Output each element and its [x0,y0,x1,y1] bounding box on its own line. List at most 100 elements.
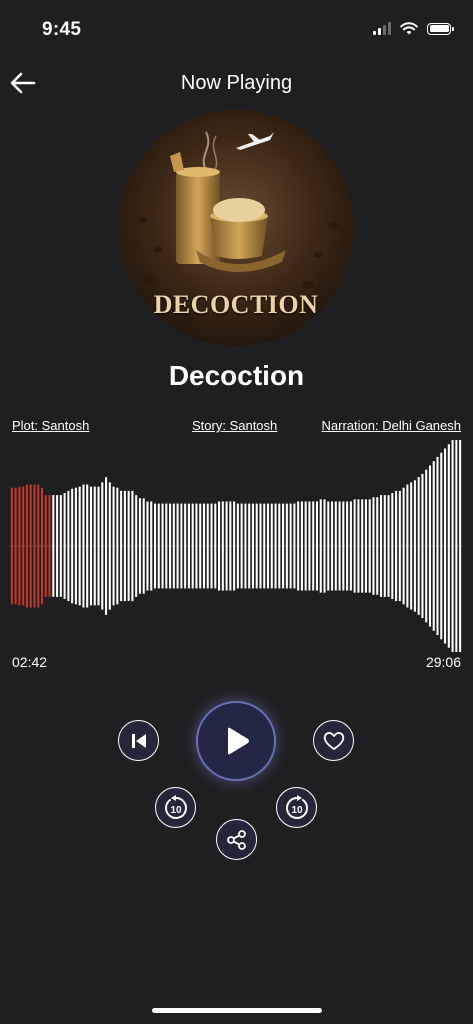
waveform-bar [146,501,149,591]
waveform-bar [112,486,115,606]
header: Now Playing [0,62,473,106]
rewind-seconds-label: 10 [170,805,182,816]
waveform-bar [455,440,458,652]
waveform-bar [199,503,202,589]
waveform-bar [93,486,96,606]
credit-story-link[interactable]: Story: Santosh [192,418,277,433]
waveform-bar [432,461,435,631]
waveform-bar [270,503,273,589]
waveform-bar [289,503,292,589]
waveform-bar-played [10,487,13,605]
waveform-bar [410,482,413,610]
waveform-bar [225,501,228,591]
waveform-bar [97,486,100,606]
waveform-bar [172,503,175,589]
track-title: Decoction [168,360,305,391]
play-icon [228,727,249,755]
waveform-bar [451,440,454,652]
forward-10-icon: 10 [285,794,308,819]
rewind-10-button[interactable]: 10 [155,787,196,828]
waveform-bar [278,503,281,589]
waveform-bar [327,501,330,591]
waveform-bar [135,495,138,597]
waveform-bar [63,493,66,599]
cover-title-text: DECOCTION [153,290,319,319]
waveform-bar [67,490,70,602]
waveform-bar [127,490,130,602]
waveform-bar-played [44,495,47,597]
heart-icon [323,731,344,750]
waveform-bar [138,498,141,594]
waveform-bar [395,490,398,602]
waveform-bar [304,501,307,591]
status-time: 9:45 [42,19,82,40]
favorite-button[interactable] [313,720,354,761]
waveform-bar [421,473,424,619]
previous-button[interactable] [118,720,159,761]
waveform-bar [142,498,145,594]
waveform-bar [244,503,247,589]
waveform-bar [157,503,160,589]
waveform-bar [334,501,337,591]
credit-plot-link[interactable]: Plot: Santosh [12,418,89,433]
waveform-bar [398,490,401,602]
elapsed-time: 02:42 [12,654,48,670]
waveform-bar [89,486,93,606]
waveform-bar [202,503,206,589]
waveform-bar [236,503,239,589]
forward-seconds-label: 10 [291,805,303,816]
waveform-bar [52,495,55,597]
waveform-bar [78,486,81,606]
waveform-bar [184,503,187,589]
waveform-bar [210,503,213,589]
waveform-bar [361,499,364,593]
waveform-bar [357,499,360,593]
total-duration: 29:06 [425,654,461,670]
waveform-seekbar[interactable] [10,440,462,652]
waveform-bar [297,501,300,591]
play-button[interactable] [196,701,276,781]
waveform-bar [153,503,157,589]
waveform-bar [218,501,221,591]
waveform-bar [123,490,126,602]
waveform-bar [195,503,198,589]
waveform-bar [165,503,168,589]
waveform-bar [285,503,288,589]
waveform-bar [221,501,224,591]
waveform-bar [300,501,303,591]
waveform-bar [383,495,386,597]
waveform-bar [131,490,134,602]
rewind-10-icon: 10 [164,794,187,819]
waveform-bar [319,499,322,593]
waveform-bar [56,495,59,597]
waveform-bar [59,495,62,597]
share-button[interactable] [216,819,257,860]
waveform-bar [440,452,443,640]
waveform-bar [169,503,172,589]
waveform-bar [206,503,209,589]
waveform-bar [161,503,164,589]
waveform-bar [387,495,390,597]
page-title: Now Playing [180,72,293,94]
waveform-bar [323,499,326,593]
waveform-bar [402,487,405,605]
home-indicator[interactable] [152,1008,322,1013]
cover-art: DECOCTION [118,110,354,346]
waveform-bar [82,484,85,608]
waveform-bar-played [40,487,44,605]
waveform-bar-played [48,495,51,597]
skip-previous-icon [131,733,146,748]
waveform-bar-played [37,484,40,608]
status-bar: 9:45 [0,0,473,60]
waveform-bar [364,499,367,593]
forward-10-button[interactable]: 10 [276,787,317,828]
waveform-bar [368,499,371,593]
waveform-bar [379,495,383,597]
credit-narration-link[interactable]: Narration: Delhi Ganesh [322,418,461,433]
waveform-bar [86,484,89,608]
waveform-bar-played [29,484,32,608]
waveform-bar [101,482,104,610]
waveform-bar [331,501,334,591]
share-icon [226,829,246,850]
waveform-bar [266,503,270,589]
